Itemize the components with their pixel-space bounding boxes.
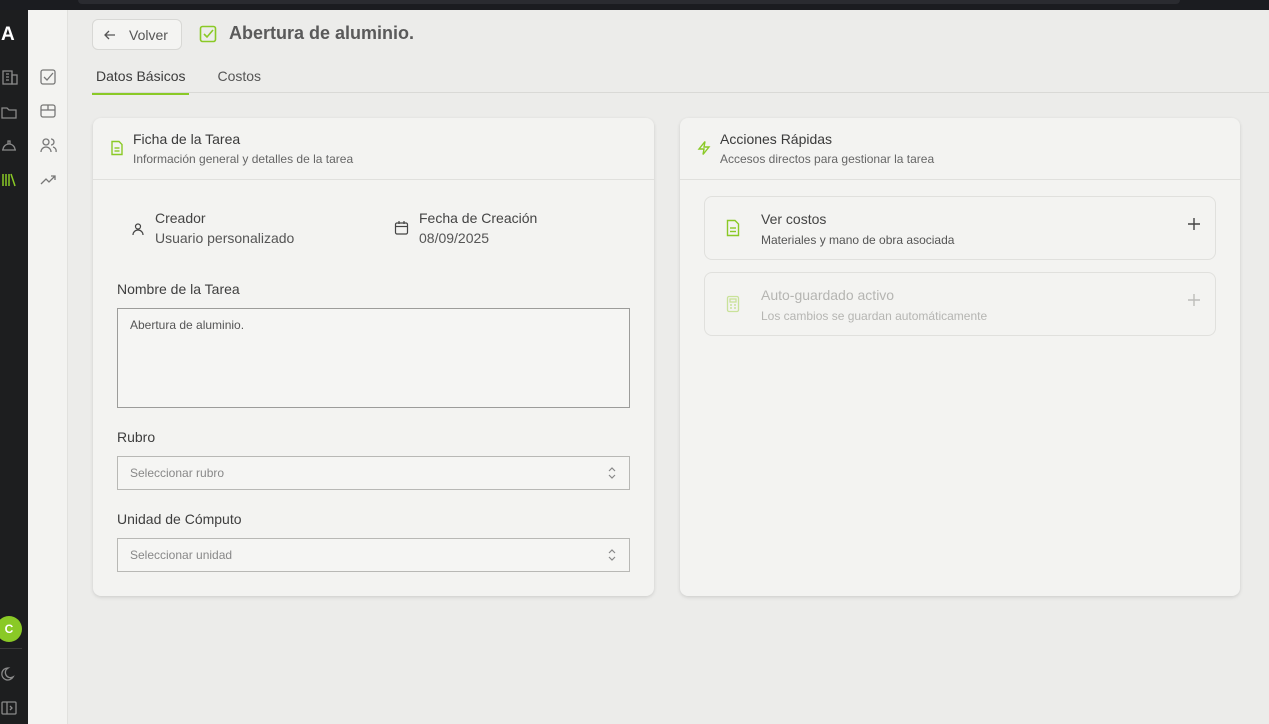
tab-costos[interactable]: Costos <box>213 65 265 95</box>
calendar-icon <box>394 221 409 235</box>
top-bar-strip <box>78 0 1180 4</box>
tab-divider <box>92 92 1269 93</box>
acciones-card: Acciones Rápidas Accesos directos para g… <box>680 118 1240 596</box>
building-icon[interactable] <box>0 68 18 86</box>
page-title: Abertura de aluminio. <box>229 23 415 43</box>
sidebar-toggle-icon[interactable] <box>0 699 18 717</box>
unidad-label: Unidad de Cómputo <box>117 511 242 527</box>
date-label: Fecha de Creación <box>419 210 538 226</box>
file-text-icon <box>726 219 740 237</box>
plus-icon <box>1188 218 1200 230</box>
date-value: 08/09/2025 <box>419 230 490 246</box>
app-logo[interactable]: A <box>1 24 15 46</box>
task-name-field[interactable]: Abertura de aluminio. <box>117 308 630 408</box>
ver-costos-action[interactable]: Ver costos Materiales y mano de obra aso… <box>704 196 1216 260</box>
back-button[interactable]: Volver <box>92 19 182 50</box>
task-check-icon[interactable] <box>39 68 57 86</box>
ficha-card: Ficha de la Tarea Información general y … <box>93 118 654 596</box>
date-info: Fecha de Creación 08/09/2025 <box>394 210 537 246</box>
user-icon <box>132 223 144 236</box>
task-name-label: Nombre de la Tarea <box>117 281 240 297</box>
unidad-placeholder: Seleccionar unidad <box>130 548 233 562</box>
rail-divider <box>0 648 22 649</box>
package-icon[interactable] <box>39 102 57 120</box>
creator-label: Creador <box>155 210 206 226</box>
ficha-card-subtitle: Información general y detalles de la tar… <box>133 152 354 166</box>
chevrons-up-down-icon <box>608 467 616 479</box>
acciones-card-title: Acciones Rápidas <box>720 131 833 147</box>
tab-bar: Datos Básicos Costos <box>92 65 289 95</box>
page-header: Abertura de aluminio. <box>199 23 414 44</box>
user-avatar[interactable]: C <box>0 616 22 642</box>
calculator-icon <box>726 295 740 313</box>
zap-icon <box>697 141 711 155</box>
chevrons-up-down-icon <box>608 549 616 561</box>
auto-guardado-title: Auto-guardado activo <box>761 287 895 303</box>
users-icon[interactable] <box>39 136 57 154</box>
auto-guardado-subtitle: Los cambios se guardan automáticamente <box>761 309 988 323</box>
back-button-label: Volver <box>129 26 168 43</box>
auto-guardado-action[interactable]: Auto-guardado activo Los cambios se guar… <box>704 272 1216 336</box>
trending-up-icon[interactable] <box>39 170 57 188</box>
ficha-card-title: Ficha de la Tarea <box>133 131 241 147</box>
moon-icon[interactable] <box>0 665 18 683</box>
task-check-icon <box>199 25 217 42</box>
folder-icon[interactable] <box>0 103 18 121</box>
ver-costos-title: Ver costos <box>761 211 827 227</box>
main-content: Volver Abertura de aluminio. Datos Básic… <box>68 10 1269 724</box>
plus-icon <box>1188 294 1200 306</box>
file-text-icon <box>111 140 123 156</box>
acciones-card-header: Acciones Rápidas Accesos directos para g… <box>680 118 1240 180</box>
acciones-card-subtitle: Accesos directos para gestionar la tarea <box>720 152 935 166</box>
creator-value: Usuario personalizado <box>155 230 295 246</box>
tab-datos-basicos[interactable]: Datos Básicos <box>92 65 190 95</box>
creator-info: Creador Usuario personalizado <box>131 210 294 246</box>
ver-costos-subtitle: Materiales y mano de obra asociada <box>761 233 955 247</box>
hardhat-icon[interactable] <box>0 137 18 155</box>
unidad-select[interactable]: Seleccionar unidad <box>117 538 630 572</box>
library-icon[interactable] <box>0 171 18 189</box>
rubro-select[interactable]: Seleccionar rubro <box>117 456 630 490</box>
arrow-left-icon <box>104 30 115 39</box>
secondary-sidebar <box>28 10 68 724</box>
window-top-bar <box>0 0 1269 10</box>
ficha-card-header: Ficha de la Tarea Información general y … <box>93 118 654 180</box>
rubro-label: Rubro <box>117 429 156 445</box>
rubro-placeholder: Seleccionar rubro <box>130 466 225 480</box>
main-sidebar-rail: A C <box>0 10 28 724</box>
